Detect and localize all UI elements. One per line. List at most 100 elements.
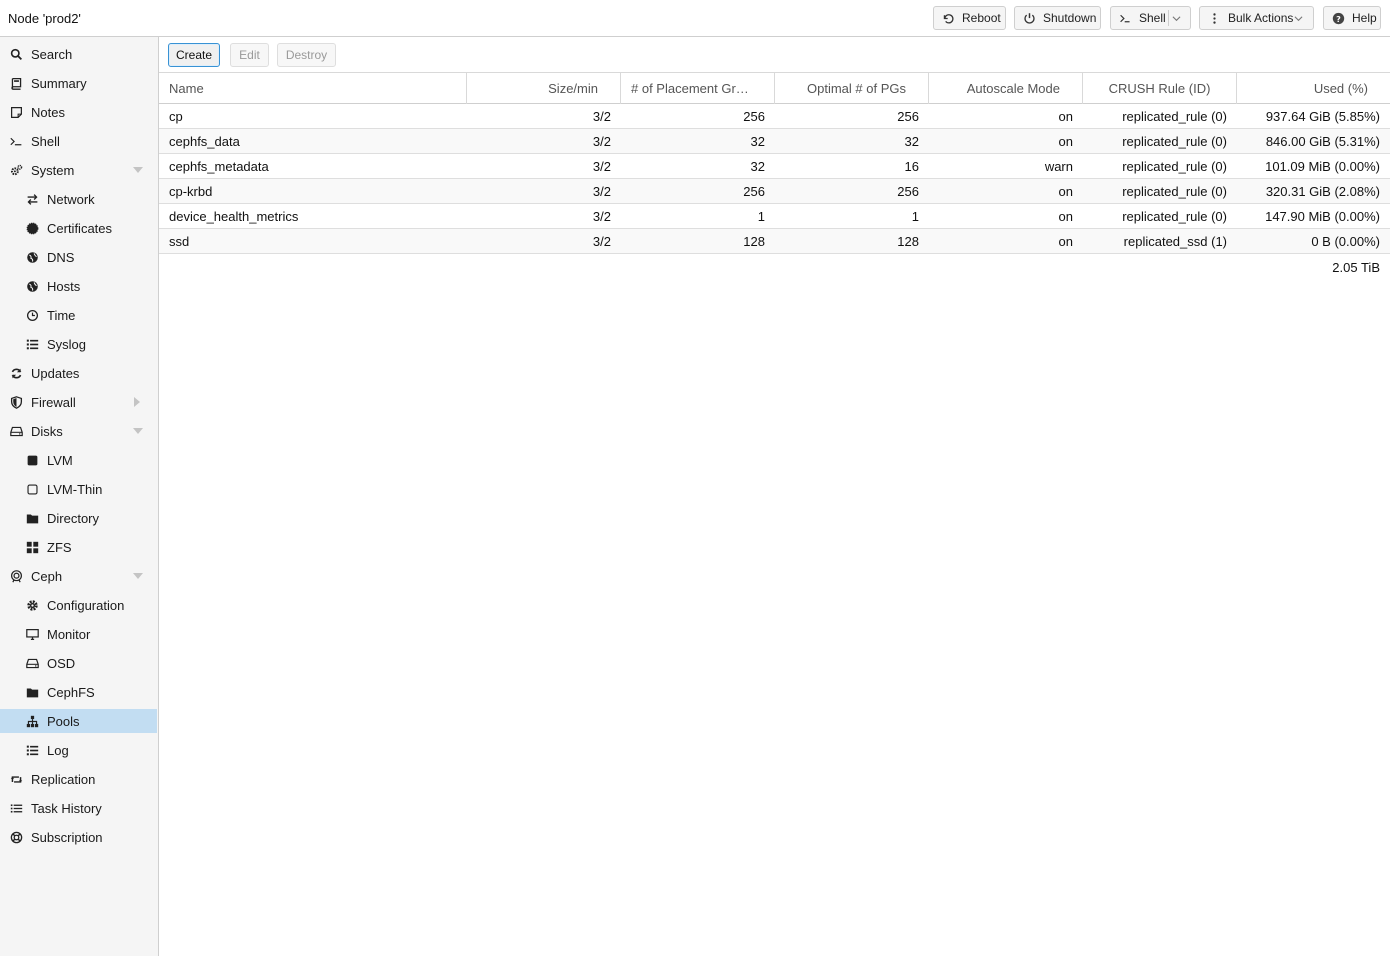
- total-used: 2.05 TiB: [1332, 260, 1380, 275]
- table-row[interactable]: cephfs_data 3/2 32 32 on replicated_rule…: [159, 129, 1390, 154]
- sidebar-item-hosts[interactable]: Hosts: [0, 274, 157, 298]
- sidebar-item-pools[interactable]: Pools: [0, 709, 157, 733]
- sidebar-item-osd[interactable]: OSD: [0, 651, 157, 675]
- clock-icon: [26, 309, 38, 321]
- sidebar-item-label: CephFS: [47, 684, 95, 700]
- pool-size-min: 3/2: [592, 208, 611, 224]
- reboot-label: Reboot: [962, 11, 1001, 25]
- sidebar-item-configuration[interactable]: Configuration: [0, 593, 157, 617]
- sidebar-item-network[interactable]: Network: [0, 187, 157, 211]
- shell-label: Shell: [1139, 11, 1166, 25]
- pool-optimal-pgs: 1: [911, 208, 919, 224]
- sidebar-item-label: Certificates: [47, 220, 113, 236]
- table-row[interactable]: cp-krbd 3/2 256 256 on replicated_rule (…: [159, 179, 1390, 204]
- pools-toolbar: Create Edit Destroy: [159, 37, 1390, 73]
- sidebar-item-zfs[interactable]: ZFS: [0, 535, 157, 559]
- caret-right-icon[interactable]: [133, 397, 141, 407]
- th-large-icon: [26, 541, 38, 553]
- sidebar-item-label: Task History: [31, 800, 102, 816]
- sidebar-item-firewall[interactable]: Firewall: [0, 390, 157, 414]
- reboot-button[interactable]: Reboot: [933, 6, 1006, 30]
- sidebar-item-replication[interactable]: Replication: [0, 767, 157, 791]
- folder-icon: [26, 687, 38, 697]
- pool-optimal-pgs: 16: [904, 158, 919, 174]
- sidebar-item-monitor[interactable]: Monitor: [0, 622, 157, 646]
- sidebar-item-label: Ceph: [31, 568, 63, 584]
- table-row[interactable]: cp 3/2 256 256 on replicated_rule (0) 93…: [159, 104, 1390, 129]
- column-header-used[interactable]: Used (%): [1237, 73, 1390, 104]
- pool-used: 101.09 MiB (0.00%): [1265, 158, 1380, 174]
- edit-button[interactable]: Edit: [230, 43, 269, 67]
- column-header-autoscale-mode[interactable]: Autoscale Mode: [929, 73, 1083, 104]
- note-icon: [10, 106, 22, 118]
- sidebar-item-certificates[interactable]: Certificates: [0, 216, 157, 240]
- column-header-crush-rule[interactable]: CRUSH Rule (ID): [1083, 73, 1237, 104]
- sidebar-item-time[interactable]: Time: [0, 303, 157, 327]
- sidebar-item-label: Replication: [31, 771, 96, 787]
- pools-summary-row: 2.05 TiB: [159, 255, 1390, 280]
- column-header-name[interactable]: Name: [159, 73, 467, 104]
- bulk-actions-button[interactable]: Bulk Actions: [1199, 6, 1314, 30]
- table-row[interactable]: ssd 3/2 128 128 on replicated_ssd (1) 0 …: [159, 229, 1390, 254]
- help-button[interactable]: ? Help: [1323, 6, 1381, 30]
- sidebar-item-label: Summary: [31, 75, 87, 91]
- column-header-size-min[interactable]: Size/min: [467, 73, 621, 104]
- sidebar-item-search[interactable]: Search: [0, 42, 157, 66]
- sidebar-item-label: DNS: [47, 249, 75, 265]
- shell-button[interactable]: Shell: [1110, 6, 1191, 30]
- ceph-icon: [10, 569, 22, 582]
- create-button[interactable]: Create: [168, 43, 220, 67]
- sidebar-item-system[interactable]: System: [0, 158, 157, 182]
- sidebar-item-shell[interactable]: Shell: [0, 129, 157, 153]
- sitemap-icon: [26, 715, 38, 727]
- sidebar-item-label: Log: [47, 742, 69, 758]
- column-header-placement-groups[interactable]: # of Placement Gr…: [621, 73, 775, 104]
- table-row[interactable]: device_health_metrics 3/2 1 1 on replica…: [159, 204, 1390, 229]
- exchange-icon: [27, 193, 37, 205]
- pool-crush-rule: replicated_rule (0): [1122, 108, 1227, 124]
- table-row[interactable]: cephfs_metadata 3/2 32 16 warn replicate…: [159, 154, 1390, 179]
- certificate-icon: [26, 222, 38, 234]
- destroy-button[interactable]: Destroy: [277, 43, 336, 67]
- pool-optimal-pgs: 256: [897, 183, 919, 199]
- sidebar-item-label: Configuration: [47, 597, 125, 613]
- support-icon: [10, 831, 22, 843]
- sidebar-item-log[interactable]: Log: [0, 738, 157, 762]
- caret-down-icon[interactable]: [133, 166, 143, 174]
- sidebar-item-directory[interactable]: Directory: [0, 506, 157, 530]
- pool-optimal-pgs: 256: [897, 108, 919, 124]
- pool-autoscale-mode: on: [1058, 208, 1073, 224]
- sidebar-item-syslog[interactable]: Syslog: [0, 332, 157, 356]
- question-circle-icon: ?: [1332, 12, 1345, 24]
- pool-pg-count: 1: [757, 208, 765, 224]
- sidebar-item-dns[interactable]: DNS: [0, 245, 157, 269]
- retweet-icon: [10, 775, 22, 783]
- pools-table-header: Name Size/min # of Placement Gr… Optimal…: [159, 73, 1390, 104]
- sidebar-item-lvm-thin[interactable]: LVM-Thin: [0, 477, 157, 501]
- sidebar-item-subscription[interactable]: Subscription: [0, 825, 157, 849]
- shutdown-button[interactable]: Shutdown: [1014, 6, 1101, 30]
- sidebar-item-label: Notes: [31, 104, 65, 120]
- sidebar-item-disks[interactable]: Disks: [0, 419, 157, 443]
- sidebar-item-label: Firewall: [31, 394, 76, 410]
- sidebar-item-updates[interactable]: Updates: [0, 361, 157, 385]
- pool-size-min: 3/2: [592, 183, 611, 199]
- book-icon: [10, 77, 21, 90]
- globe-icon: [26, 280, 38, 292]
- sidebar-item-task-history[interactable]: Task History: [0, 796, 157, 820]
- sidebar-item-cephfs[interactable]: CephFS: [0, 680, 157, 704]
- sidebar-item-lvm[interactable]: LVM: [0, 448, 157, 472]
- column-header-optimal-pgs[interactable]: Optimal # of PGs: [775, 73, 929, 104]
- pool-name: cephfs_metadata: [169, 158, 269, 174]
- shell-dropdown-toggle[interactable]: [1168, 10, 1190, 26]
- caret-down-icon[interactable]: [133, 572, 143, 580]
- shutdown-label: Shutdown: [1043, 11, 1097, 25]
- sidebar-item-label: OSD: [47, 655, 76, 671]
- sidebar-item-notes[interactable]: Notes: [0, 100, 157, 124]
- sidebar-item-summary[interactable]: Summary: [0, 71, 157, 95]
- sidebar-item-ceph[interactable]: Ceph: [0, 564, 157, 588]
- bulk-actions-dropdown-toggle[interactable]: [1291, 10, 1313, 26]
- square-icon: [27, 455, 37, 465]
- caret-down-icon[interactable]: [133, 427, 143, 435]
- pool-used: 846.00 GiB (5.31%): [1265, 133, 1380, 149]
